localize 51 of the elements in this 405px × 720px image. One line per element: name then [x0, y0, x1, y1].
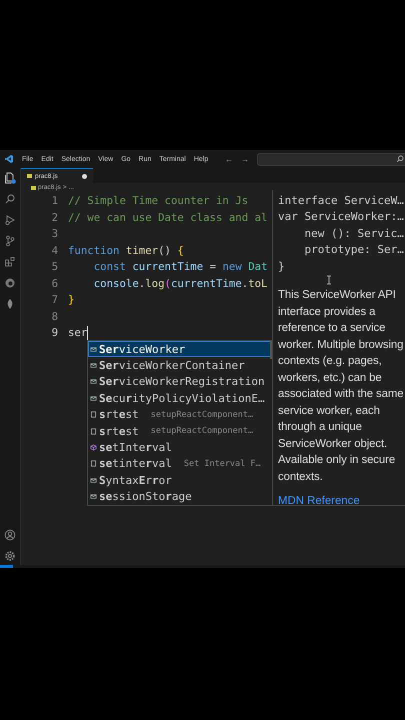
line-number: 7: [50, 292, 59, 308]
code-line: new (): Servic…: [303, 226, 405, 242]
snippet-icon: [90, 428, 97, 435]
code-line: interface ServiceW…: [278, 193, 405, 209]
code-line: const currentTime = new Dat: [92, 259, 268, 275]
code-line: // Simple Time counter in Js: [68, 193, 248, 209]
code-line: var ServiceWorker:…: [278, 209, 405, 226]
line-number: 8: [50, 308, 59, 324]
suggestion-item[interactable]: srtest setupReactComponent…: [88, 422, 274, 440]
suggestion-item[interactable]: srtest setupReactComponent…: [88, 406, 274, 423]
mdn-link[interactable]: MDN Reference: [278, 495, 360, 508]
js-file-icon: [27, 174, 32, 178]
line-number: 3: [50, 226, 59, 242]
line-number: 2: [50, 210, 59, 226]
code-line: // we can use Date class and al: [68, 210, 268, 226]
suggestion-item[interactable]: SyntaxError: [88, 472, 274, 489]
snippet-icon: [90, 411, 97, 418]
search-field[interactable]: [257, 152, 405, 166]
ibeam-cursor-icon: [326, 275, 332, 286]
search-icon: [396, 155, 404, 163]
files-icon[interactable]: [4, 172, 16, 184]
run-debug-icon[interactable]: [4, 214, 16, 226]
description-text: This ServiceWorker API interface provides a reference to a service worker. Multiple browsing contexts (e.g. pages, workers, etc.) can be associated with the same service worker, each through a unique ServiceWorker object. Available only in secure contexts.: [278, 288, 404, 485]
suggestion-item[interactable]: setinterval Set Interval F…: [88, 456, 274, 472]
suggestion-item[interactable]: setInterval: [88, 439, 274, 456]
line-number: 1: [50, 193, 59, 209]
line-number: 9: [50, 325, 59, 341]
cube-icon: [90, 444, 97, 452]
suggestion-item[interactable]: sessionStorage: [88, 488, 274, 505]
nav-arrow[interactable]: →: [241, 154, 249, 164]
suggestion-item[interactable]: ServiceWorkerRegistration: [88, 374, 274, 390]
account-icon[interactable]: [4, 529, 16, 541]
app-logo-icon: [4, 154, 14, 164]
nav-arrow[interactable]: ←: [225, 154, 233, 164]
source-control-icon[interactable]: [4, 235, 16, 247]
extensions-icon[interactable]: [4, 256, 16, 268]
code-line: ser: [68, 325, 88, 341]
line-number: 4: [50, 242, 59, 258]
line-number: 6: [50, 276, 59, 292]
suggestion-item[interactable]: SecurityPolicyViolationE…: [88, 390, 274, 407]
code-line: }: [278, 258, 286, 275]
js-file-icon: [31, 186, 36, 190]
settings-icon[interactable]: [4, 550, 16, 562]
snippet-icon: [90, 460, 97, 468]
code-line: function timer() {: [68, 242, 184, 258]
search-icon[interactable]: [4, 193, 16, 205]
code-line: console.log(currentTime.toL: [92, 276, 268, 292]
line-number: 5: [50, 259, 59, 275]
code-line: prototype: Ser…: [303, 242, 405, 258]
suggestion-item[interactable]: ServiceWorkerContainer: [88, 357, 274, 374]
code-line: }: [68, 292, 74, 308]
